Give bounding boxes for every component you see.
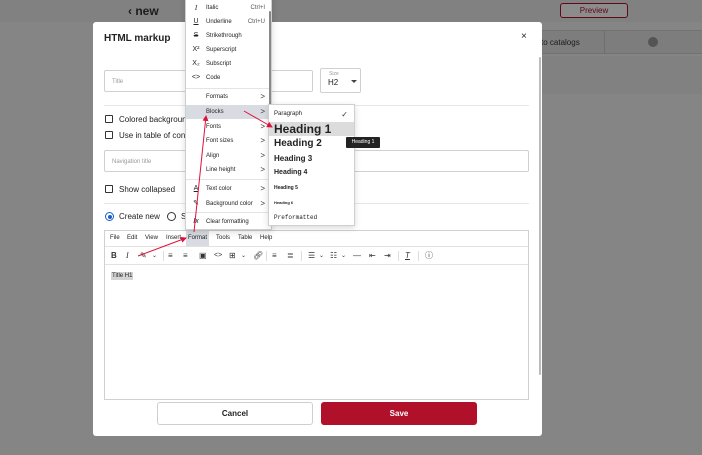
arrow-to-format-menu	[137, 236, 187, 257]
arrow-to-blocks-item	[193, 115, 209, 233]
arrow-to-heading-1	[243, 110, 273, 128]
annotation-arrows	[137, 110, 273, 257]
